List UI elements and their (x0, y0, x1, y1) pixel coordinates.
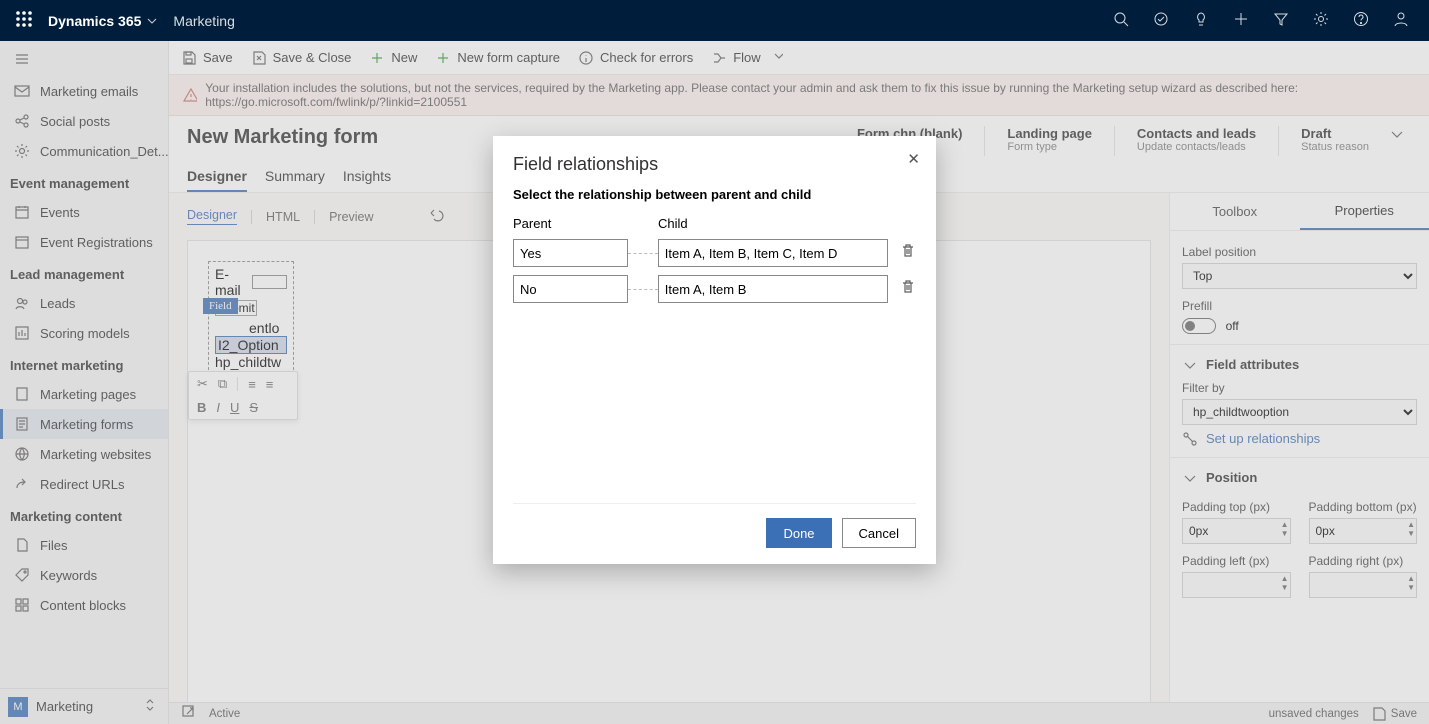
connector-line (628, 253, 658, 254)
parent-input[interactable] (513, 275, 628, 303)
dialog-subtitle: Select the relationship between parent a… (513, 187, 916, 202)
delete-row-button[interactable] (900, 243, 916, 264)
cancel-button[interactable]: Cancel (842, 518, 916, 548)
relationship-row (513, 275, 916, 303)
delete-row-button[interactable] (900, 279, 916, 300)
filter-icon[interactable] (1261, 11, 1301, 30)
relationship-row (513, 239, 916, 267)
child-column-label: Child (658, 216, 688, 231)
gear-icon[interactable] (1301, 11, 1341, 30)
dialog-title: Field relationships (513, 154, 916, 175)
connector-line (628, 289, 658, 290)
parent-column-label: Parent (513, 216, 648, 231)
app-launcher-icon[interactable] (8, 11, 40, 30)
global-topbar: Dynamics 365 Marketing (0, 0, 1429, 41)
field-relationships-dialog: ✕ Field relationships Select the relatio… (493, 136, 936, 564)
child-input[interactable] (658, 275, 888, 303)
trash-icon (900, 243, 916, 259)
lightbulb-icon[interactable] (1181, 11, 1221, 30)
trash-icon (900, 279, 916, 295)
close-button[interactable]: ✕ (907, 150, 920, 168)
help-icon[interactable] (1341, 11, 1381, 30)
plus-icon[interactable] (1221, 11, 1261, 30)
parent-input[interactable] (513, 239, 628, 267)
search-icon[interactable] (1101, 11, 1141, 30)
app-name[interactable]: Marketing (173, 13, 234, 29)
done-button[interactable]: Done (766, 518, 831, 548)
child-input[interactable] (658, 239, 888, 267)
task-icon[interactable] (1141, 11, 1181, 30)
brand-label[interactable]: Dynamics 365 (48, 13, 141, 29)
chevron-down-icon[interactable] (147, 13, 157, 29)
user-icon[interactable] (1381, 11, 1421, 30)
